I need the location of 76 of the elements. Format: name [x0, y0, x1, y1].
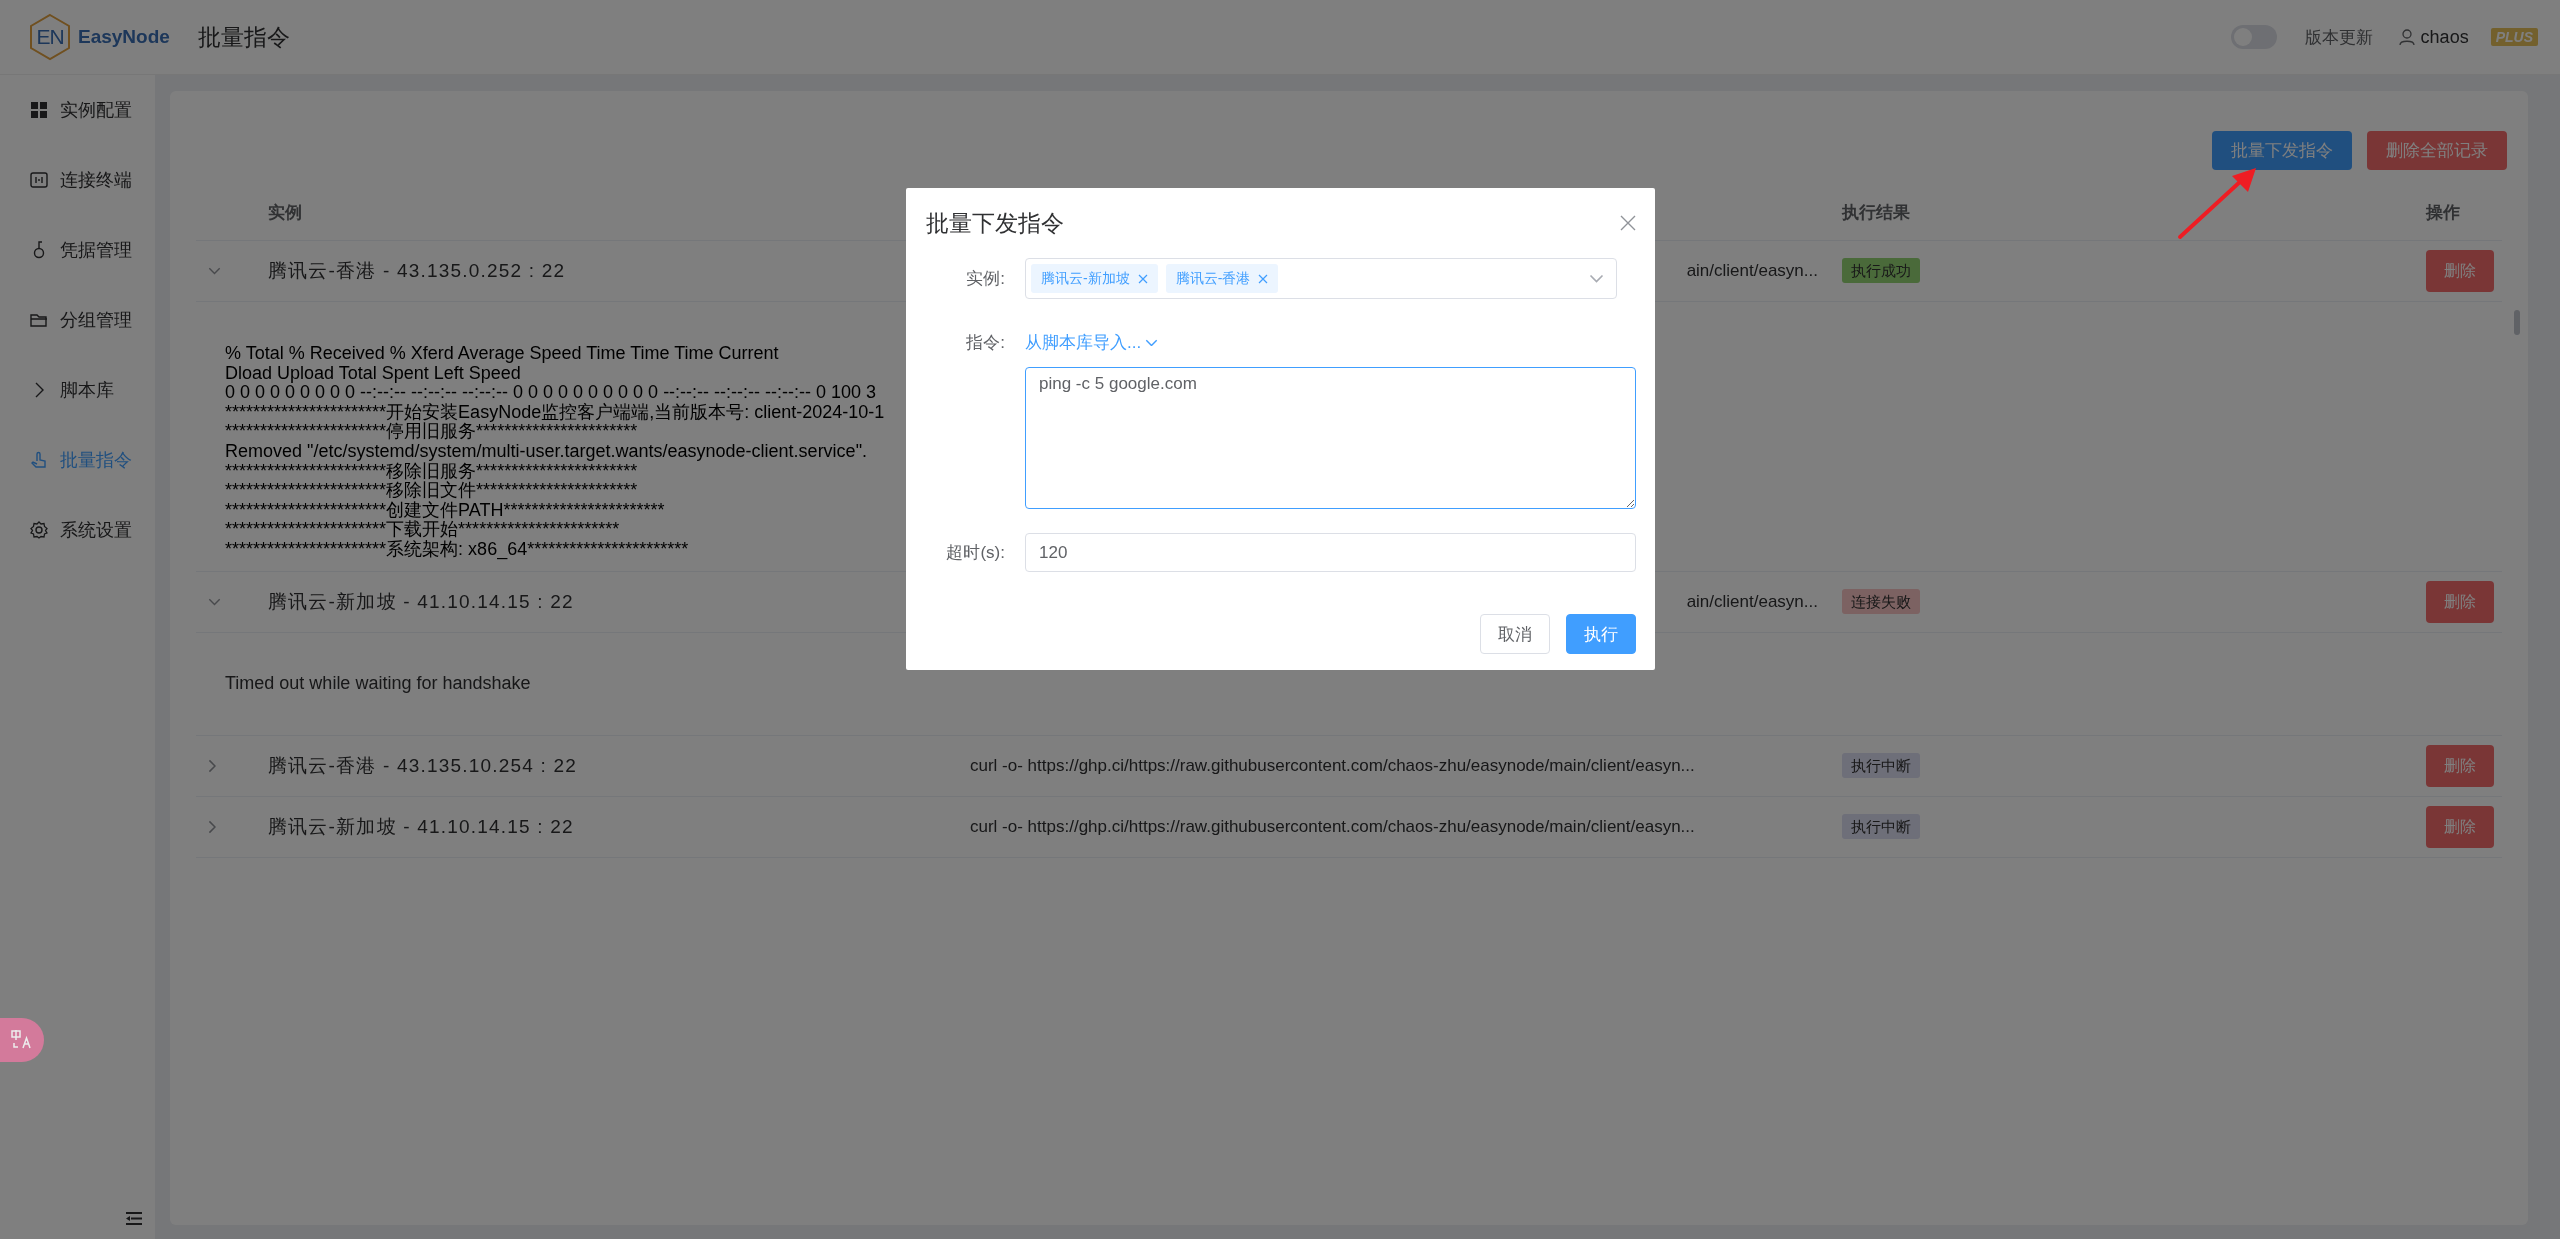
expand-icon[interactable]: [208, 759, 217, 773]
user-icon: [2398, 28, 2415, 46]
chevron-down-icon: [1145, 338, 1159, 347]
collapse-menu-icon[interactable]: [126, 1212, 142, 1225]
sidebar-item[interactable]: 分组管理: [0, 285, 155, 355]
sidebar-item[interactable]: 连接终端: [0, 145, 155, 215]
import-script-link[interactable]: 从脚本库导入...: [1025, 331, 1159, 354]
delete-all-button[interactable]: 删除全部记录: [2367, 131, 2507, 170]
plus-badge: PLUS: [2490, 28, 2538, 46]
sidebar-item[interactable]: 凭据管理: [0, 215, 155, 285]
app-name: EasyNode: [78, 26, 170, 48]
execute-button[interactable]: 执行: [1566, 614, 1636, 654]
scrollbar-thumb: [2514, 310, 2520, 335]
log-line: 0 0 0 0 0 0 0 0 0 --:--:-- --:--:-- --:--:-- 0 0 0 0 0 0 0 0 0 0 --:--:-- --:--:-- --:--:-- 0 100 3: [225, 383, 877, 403]
instance-tag[interactable]: 腾讯云-新加坡: [1031, 264, 1158, 293]
command-cell-text: ain/client/easyn...: [1685, 261, 1819, 281]
log-line: Timed out while waiting for handshake: [225, 674, 531, 694]
log-line: ***********************系统架构: x86_64***********************: [225, 539, 689, 560]
delete-button[interactable]: 删除: [2426, 250, 2494, 292]
log-line: ***********************移除旧文件***********************: [225, 481, 638, 501]
column-header: 执行结果: [1840, 202, 1910, 224]
update-link[interactable]: 版本更新: [2304, 25, 2373, 49]
timeout-field[interactable]: 120: [1025, 533, 1636, 572]
log-line: ***********************移除旧服务***********************: [225, 461, 638, 481]
status-tag: 连接失败: [1842, 589, 1920, 614]
instance-select[interactable]: 腾讯云-新加坡 腾讯云-香港: [1025, 258, 1617, 299]
instance-cell-text: 腾讯云-新加坡 - 41.10.14.15 : 22: [267, 590, 575, 614]
field-label: 实例:: [965, 268, 1005, 290]
logo: EN: [28, 13, 72, 61]
status-tag: 执行成功: [1842, 258, 1920, 283]
status-tag: 执行中断: [1842, 814, 1920, 839]
command-cell-text: curl -o- https://ghp.ci/https://raw.githubusercontent.com/chaos-zhu/easynode/main/client/easyn...: [969, 817, 1696, 837]
translate-icon: [11, 1030, 33, 1050]
grid-icon: [30, 101, 48, 119]
expand-icon[interactable]: [208, 820, 217, 834]
field-label: 指令:: [965, 332, 1005, 354]
log-line: ***********************下载开始***********************: [225, 520, 620, 540]
command-cell-text: ain/client/easyn...: [1685, 592, 1819, 612]
sidebar-item[interactable]: 批量指令: [0, 425, 155, 495]
command-field[interactable]: ping -c 5 google.com: [1025, 367, 1636, 509]
terminal-icon: [30, 171, 48, 189]
close-icon[interactable]: [1258, 273, 1269, 284]
column-header: 实例: [267, 202, 302, 224]
cancel-button[interactable]: 取消: [1480, 614, 1550, 654]
sidebar-item[interactable]: 实例配置: [0, 75, 155, 145]
log-line: % Total % Received % Xferd Average Speed Time Time Time Current: [225, 344, 779, 364]
instance-tag[interactable]: 腾讯云-香港: [1165, 264, 1279, 293]
status-tag: 执行中断: [1842, 753, 1920, 778]
expand-icon[interactable]: [208, 598, 221, 606]
column-header: 操作: [2424, 202, 2460, 224]
folder-icon: [30, 311, 48, 329]
log-line: Dload Upload Total Spent Left Speed: [225, 363, 521, 384]
chevron-down-icon[interactable]: [1589, 274, 1604, 283]
sidebar-item[interactable]: 系统设置: [0, 495, 155, 565]
instance-cell-text: 腾讯云-香港 - 43.135.0.252 : 22: [267, 259, 567, 283]
instance-cell-text: 腾讯云-香港 - 43.135.10.254 : 22: [267, 754, 579, 778]
command-cell-text: curl -o- https://ghp.ci/https://raw.githubusercontent.com/chaos-zhu/easynode/main/client/easyn...: [969, 756, 1696, 776]
log-line: Removed "/etc/systemd/system/multi-user.target.wants/easynode-client.service".: [225, 441, 868, 461]
log-line: ***********************创建文件PATH***********************: [225, 500, 665, 520]
batch-command-button[interactable]: 批量下发指令: [2212, 131, 2352, 170]
instance-cell-text: 腾讯云-新加坡 - 41.10.14.15 : 22: [267, 815, 575, 839]
sidebar-item[interactable]: 脚本库: [0, 355, 155, 425]
log-line: ***********************开始安装EasyNode监控客户端端,当前版本号: client-2024-10-1: [225, 402, 885, 423]
delete-button[interactable]: 删除: [2426, 806, 2494, 848]
log-line: ***********************停用旧服务***********************: [225, 422, 638, 442]
delete-button[interactable]: 删除: [2426, 581, 2494, 623]
settings-icon: [30, 521, 48, 539]
dialog-title: 批量下发指令: [926, 208, 1064, 238]
field-label: 超时(s):: [945, 542, 1005, 564]
close-icon[interactable]: [1619, 214, 1637, 232]
delete-button[interactable]: 删除: [2426, 745, 2494, 787]
expand-icon[interactable]: [208, 267, 221, 275]
page-title: 批量指令: [197, 22, 290, 52]
user-name[interactable]: chaos: [2420, 26, 2469, 48]
translate-button[interactable]: [0, 1018, 44, 1062]
close-icon[interactable]: [1137, 273, 1148, 284]
